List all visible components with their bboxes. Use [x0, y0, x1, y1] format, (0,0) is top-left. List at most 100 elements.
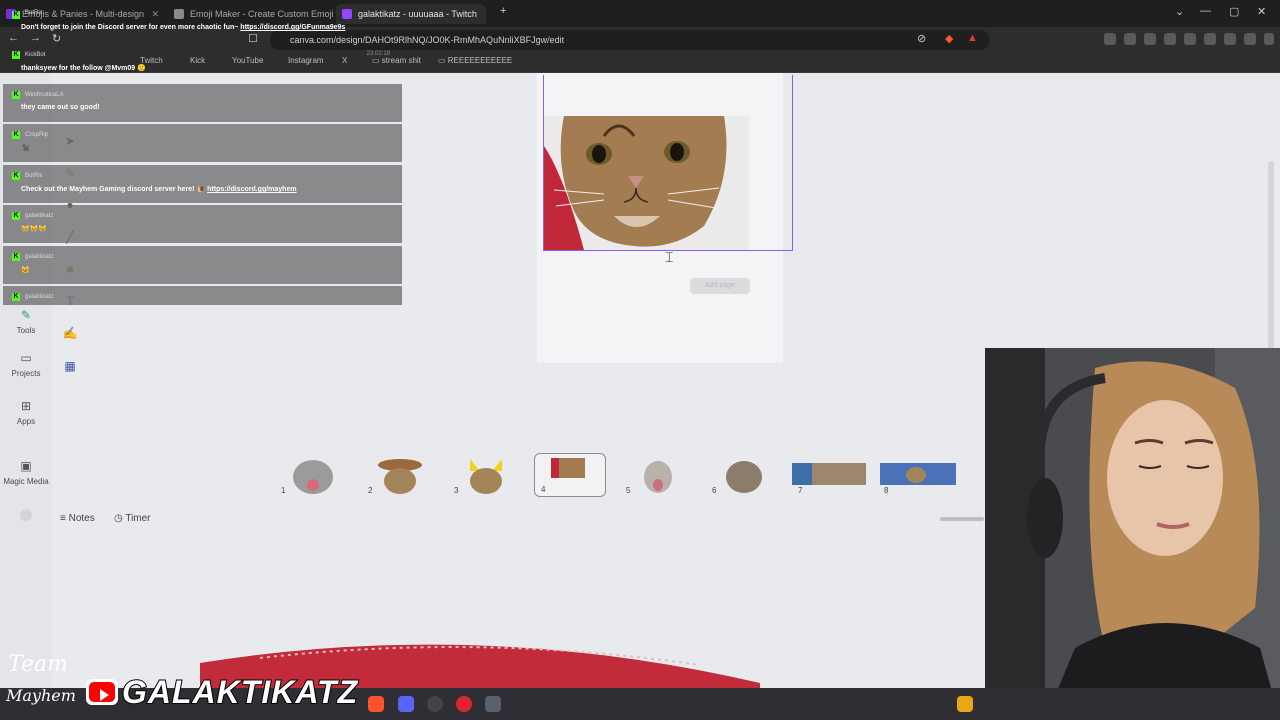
notes-icon: ≡ — [60, 513, 69, 524]
kick-icon: K — [12, 253, 20, 261]
page-thumb[interactable]: 5 — [620, 453, 692, 497]
chat-text-body: thanksyew for the follow @Mvm09 — [21, 65, 136, 72]
kick-icon: K — [12, 91, 20, 99]
emote-icon: 🐈‍⬛ — [21, 145, 30, 152]
chat-time: 23:13:02 — [366, 293, 390, 299]
chat-time: 23:12:14 — [366, 212, 390, 218]
kick-icon: K — [12, 131, 20, 139]
cat-photo-illustration — [544, 116, 749, 250]
tab-list-icon[interactable]: ⌄ — [1175, 5, 1184, 18]
chat-text-body: Don't forget to join the Discord server … — [21, 24, 239, 31]
chat-username: KickBot — [25, 52, 46, 58]
chat-username: galaktikatz — [25, 213, 54, 219]
youtube-icon — [86, 679, 118, 705]
brave-rewards-icon[interactable]: ▲ — [967, 32, 978, 44]
opera-taskbar-icon[interactable] — [456, 696, 472, 712]
emote-icon: 🐱 — [21, 267, 30, 274]
sidebar-item-apps[interactable]: ⊞ Apps — [0, 399, 52, 426]
wallet-icon[interactable] — [1204, 33, 1216, 45]
channel-handle: GALAKTIKATZ — [121, 673, 359, 711]
page-number: 5 — [626, 486, 631, 495]
screaming-cat-thumbnail-icon — [644, 461, 672, 493]
sidebar-item-projects[interactable]: ▭ Projects — [0, 351, 52, 378]
page-thumb[interactable]: 6 — [706, 453, 778, 497]
brave-taskbar-icon[interactable] — [368, 696, 384, 712]
kick-icon: K — [12, 172, 20, 180]
chat-text: thanksyew for the follow @Mvm09 🙂 — [21, 64, 146, 72]
maximize-icon[interactable]: ▢ — [1229, 5, 1239, 18]
emote-icon: 😹😹😹 — [21, 226, 48, 233]
bookmark-folder-reee[interactable]: ▭ REEEEEEEEEEE — [438, 56, 512, 65]
sidebar-item-magic-media[interactable]: ▣ Magic Media — [0, 459, 52, 486]
add-page-button[interactable]: Add page — [690, 278, 750, 294]
team-logo-text: Team — [8, 652, 68, 677]
page-number: 7 — [798, 486, 803, 495]
chat-link[interactable]: https://discord.gg/mayhem — [207, 186, 296, 193]
circle-icon — [20, 509, 32, 521]
menu-icon[interactable] — [1264, 33, 1274, 45]
timer-label: Timer — [125, 513, 151, 524]
table-icon[interactable]: ▦ — [62, 358, 78, 374]
chat-text-body: Check out the Mayhem Gaming discord serv… — [21, 186, 195, 193]
chat-username: BotRix — [25, 10, 43, 16]
page-thumb[interactable]: 8 — [878, 453, 956, 497]
new-tab-icon[interactable]: + — [500, 5, 506, 17]
text-cursor-icon: ⌶ — [665, 249, 674, 265]
download-icon[interactable] — [1144, 33, 1156, 45]
chat-link[interactable]: https://discord.gg/GFunma9e9s — [240, 24, 345, 31]
sidebar-item-label: Tools — [16, 326, 36, 335]
close-window-icon[interactable]: ✕ — [1257, 5, 1266, 18]
timer-button[interactable]: ◷ Timer — [114, 513, 151, 524]
brave-shield-icon[interactable]: ◆ — [945, 32, 953, 45]
sidebar-toggle-icon[interactable] — [1184, 33, 1196, 45]
sidebar-item-tools[interactable]: ✎ Tools — [0, 308, 52, 335]
thumb-scrollbar[interactable] — [940, 517, 984, 521]
timer-icon: ◷ — [114, 513, 126, 524]
extensions-puzzle-icon[interactable] — [1124, 33, 1136, 45]
bookmark-label: REEEEEEEEEEE — [447, 56, 513, 65]
webcam-feed — [985, 348, 1280, 720]
screenshot-icon[interactable] — [1164, 33, 1176, 45]
chat-message: K galaktikatz 23:12:14 😹😹😹 — [3, 205, 402, 243]
cat-image[interactable] — [544, 116, 749, 250]
extension-icon[interactable] — [1104, 33, 1116, 45]
chat-username: BotRix — [25, 173, 43, 179]
page-thumb-selected[interactable]: 4 — [534, 453, 606, 497]
landscape-thumbnail-icon — [792, 463, 866, 485]
page-thumb[interactable]: 2 — [362, 453, 434, 497]
vpn-icon[interactable] — [1244, 33, 1256, 45]
settings-taskbar-icon[interactable] — [485, 696, 501, 712]
chat-message: K galaktikatz 23:12:48 🐱 — [3, 246, 402, 284]
chat-message: K KickBot 23:02:19 thanksyew for the fol… — [3, 44, 402, 74]
page-thumb[interactable]: 7 — [792, 453, 866, 497]
page-thumb[interactable]: 1 — [275, 453, 347, 497]
sidebar-collapse[interactable] — [0, 509, 52, 525]
chat-message: K BotRix Don't forget to join the Discor… — [3, 4, 402, 34]
cat-thumbnail-icon — [293, 460, 333, 494]
obs-taskbar-icon[interactable] — [427, 696, 443, 712]
chat-username: galaktikatz — [25, 294, 54, 300]
chat-time: 23:11:05 — [367, 131, 390, 137]
folder-icon: ▭ — [20, 351, 32, 365]
minimize-icon[interactable]: — — [1200, 5, 1211, 17]
warning-taskbar-icon[interactable] — [957, 696, 973, 712]
kick-icon: K — [12, 293, 20, 301]
page-number: 8 — [884, 486, 889, 495]
translate-icon[interactable]: ⊘ — [917, 32, 926, 45]
stream-screen: Emojis & Panies - Multi-design ✕ Emoji M… — [0, 0, 1280, 720]
chat-message: K galaktikatz 23:13:02 — [3, 286, 402, 305]
landscape-thumbnail-icon — [880, 463, 956, 485]
chat-time: 23:11:30 — [367, 172, 390, 178]
leo-ai-icon[interactable] — [1224, 33, 1236, 45]
kick-icon: K — [12, 11, 20, 19]
signature-icon[interactable]: ✍ — [62, 325, 78, 341]
discord-taskbar-icon[interactable] — [398, 696, 414, 712]
chat-time: 23:12:48 — [366, 253, 390, 259]
chat-username: galaktikatz — [25, 254, 54, 260]
page-thumb[interactable]: 3 — [448, 453, 520, 497]
pikachu-cat-thumbnail-icon — [470, 459, 502, 494]
chat-time: 23:10:46 — [366, 91, 390, 97]
stream-chat-overlay: K BotRix Don't forget to join the Discor… — [0, 0, 402, 305]
sidebar-item-label: Projects — [11, 369, 41, 378]
notes-button[interactable]: ≡ Notes — [60, 513, 95, 524]
